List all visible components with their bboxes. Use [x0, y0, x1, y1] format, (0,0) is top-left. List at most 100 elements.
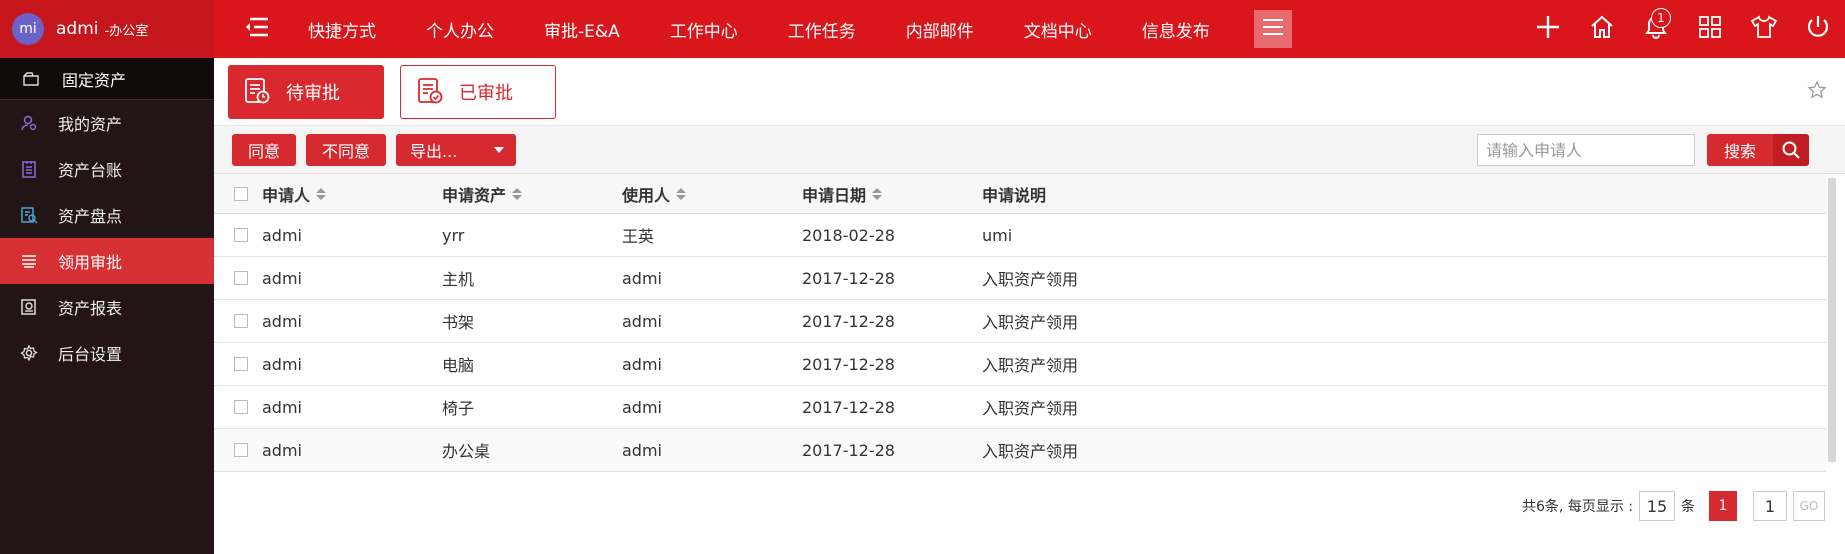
sidebar-section-label: 固定资产	[62, 70, 127, 90]
col-header-user[interactable]: 使用人	[622, 182, 802, 206]
row-checkbox[interactable]	[234, 271, 248, 285]
agree-button[interactable]: 同意	[232, 133, 297, 166]
user-org: -办公室	[104, 23, 149, 39]
sidebar-item-label: 资产报表	[58, 299, 123, 318]
shirt-icon	[1750, 15, 1778, 43]
cell-date: 2017-12-28	[802, 440, 895, 460]
logout-button[interactable]	[1791, 0, 1845, 58]
menu-toggle-icon	[244, 16, 270, 42]
table-row[interactable]: admi 电脑 admi 2017-12-28 入职资产领用	[214, 343, 1826, 386]
disagree-button[interactable]: 不同意	[306, 133, 387, 166]
applicant-search-input[interactable]	[1477, 134, 1695, 166]
nav-internal-mail[interactable]: 内部邮件	[906, 17, 974, 42]
cell-user: admi	[622, 311, 662, 331]
brand-bar[interactable]: mi admi -办公室	[0, 0, 214, 58]
table-row[interactable]: admi 椅子 admi 2017-12-28 入职资产领用	[214, 386, 1826, 429]
cell-note: 入职资产领用	[982, 356, 1079, 375]
table-row[interactable]: admi 书架 admi 2017-12-28 入职资产领用	[214, 300, 1826, 343]
cell-note: 入职资产领用	[982, 442, 1079, 461]
cell-applicant: admi	[262, 440, 302, 460]
sidebar-item-usage-approval[interactable]: 领用审批	[0, 238, 214, 284]
cell-user: admi	[622, 354, 662, 374]
nav-work-tasks[interactable]: 工作任务	[788, 17, 856, 42]
sort-icon	[872, 187, 883, 200]
nav-work-center[interactable]: 工作中心	[670, 17, 738, 42]
select-all-checkbox[interactable]	[234, 186, 248, 201]
sidebar-item-asset-inventory[interactable]: 资产盘点	[0, 192, 214, 238]
nav-personal-office[interactable]: 个人办公	[426, 17, 494, 42]
theme-button[interactable]	[1737, 0, 1791, 58]
sort-icon	[512, 187, 523, 200]
tab-label: 待审批	[286, 82, 340, 104]
approval-table: 申请人 申请资产 使用人 申请日期 申请说明 admi yrr 王英 2018-…	[214, 174, 1836, 472]
row-checkbox[interactable]	[234, 443, 248, 457]
row-checkbox[interactable]	[234, 357, 248, 371]
user-name: admi	[56, 19, 99, 39]
avatar[interactable]: mi	[12, 13, 44, 45]
cell-date: 2018-02-28	[802, 225, 895, 245]
apps-button[interactable]	[1683, 0, 1737, 58]
sidebar-item-label: 领用审批	[58, 253, 123, 272]
sidebar-item-settings[interactable]: 后台设置	[0, 330, 214, 376]
table-row[interactable]: admi 办公桌 admi 2017-12-28 入职资产领用	[214, 429, 1826, 472]
export-label: 导出...	[410, 141, 458, 161]
sidebar-item-label: 资产台账	[58, 161, 123, 180]
sidebar-section-fixed-assets[interactable]: 固定资产	[0, 58, 214, 100]
cell-asset: 书架	[442, 313, 475, 332]
notifications-button[interactable]: 1	[1629, 0, 1683, 58]
col-header-applicant[interactable]: 申请人	[262, 182, 442, 206]
nav-approval-ea[interactable]: 审批-E&A	[544, 17, 620, 42]
cell-note: umi	[982, 225, 1013, 245]
nav-shortcuts[interactable]: 快捷方式	[308, 17, 376, 42]
col-header-asset[interactable]: 申请资产	[442, 182, 622, 206]
page-size-input[interactable]: 15	[1639, 491, 1675, 521]
add-button[interactable]	[1521, 0, 1575, 58]
cell-applicant: admi	[262, 354, 302, 374]
goto-page-input[interactable]: 1	[1753, 491, 1787, 521]
sidebar-item-label: 我的资产	[58, 115, 123, 134]
home-button[interactable]	[1575, 0, 1629, 58]
sidebar-item-asset-ledger[interactable]: 资产台账	[0, 146, 214, 192]
asset-folder-icon	[22, 71, 42, 87]
cell-date: 2017-12-28	[802, 354, 895, 374]
cell-applicant: admi	[262, 397, 302, 417]
sort-icon	[676, 187, 687, 200]
main-content: 待审批 已审批 同意 不同意 导出... 请输入申请人 搜索 申请人 申请资产 …	[214, 58, 1845, 554]
row-checkbox[interactable]	[234, 400, 248, 414]
cell-user: 王英	[622, 227, 655, 246]
nav-info-publish[interactable]: 信息发布	[1142, 17, 1210, 42]
cell-asset: 电脑	[442, 356, 475, 375]
plus-icon	[1535, 14, 1561, 44]
export-dropdown-button[interactable]: 导出...	[396, 133, 517, 166]
cell-asset: 办公桌	[442, 442, 491, 461]
nav-document-center[interactable]: 文档中心	[1024, 17, 1092, 42]
favorite-star-icon[interactable]	[1807, 80, 1827, 104]
user-asset-icon	[18, 112, 40, 134]
chevron-down-icon[interactable]	[482, 134, 516, 166]
sidebar-item-asset-report[interactable]: 资产报表	[0, 284, 214, 330]
sidebar-item-label: 资产盘点	[58, 207, 123, 226]
sort-icon	[316, 187, 327, 200]
tab-approved[interactable]: 已审批	[400, 64, 556, 119]
col-header-date[interactable]: 申请日期	[802, 182, 982, 206]
cell-user: admi	[622, 268, 662, 288]
table-row[interactable]: admi yrr 王英 2018-02-28 umi	[214, 214, 1826, 257]
table-scrollbar[interactable]	[1828, 178, 1836, 462]
nav-more-button[interactable]	[1253, 10, 1292, 48]
app-root: mi admi -办公室 固定资产 我的资产 资产台账 资产盘点 领用审批 资产…	[0, 0, 1845, 554]
row-checkbox[interactable]	[234, 228, 248, 242]
table-row[interactable]: admi 主机 admi 2017-12-28 入职资产领用	[214, 257, 1826, 300]
pagination: 共6条, 每页显示 : 15 条 1 1 GO	[1522, 491, 1825, 521]
row-checkbox[interactable]	[234, 314, 248, 328]
cell-note: 入职资产领用	[982, 313, 1079, 332]
menu-toggle-button[interactable]	[238, 10, 276, 48]
page-button-current[interactable]: 1	[1709, 491, 1737, 521]
goto-page-button[interactable]: GO	[1793, 491, 1825, 521]
apps-icon	[1698, 15, 1722, 43]
hamburger-icon	[1262, 18, 1284, 40]
search-button[interactable]: 搜索	[1707, 134, 1809, 166]
gear-icon	[18, 342, 40, 364]
sidebar-item-my-assets[interactable]: 我的资产	[0, 100, 214, 146]
action-toolbar: 同意 不同意 导出... 搜索	[214, 126, 1845, 174]
tab-pending-approval[interactable]: 待审批	[228, 64, 384, 119]
